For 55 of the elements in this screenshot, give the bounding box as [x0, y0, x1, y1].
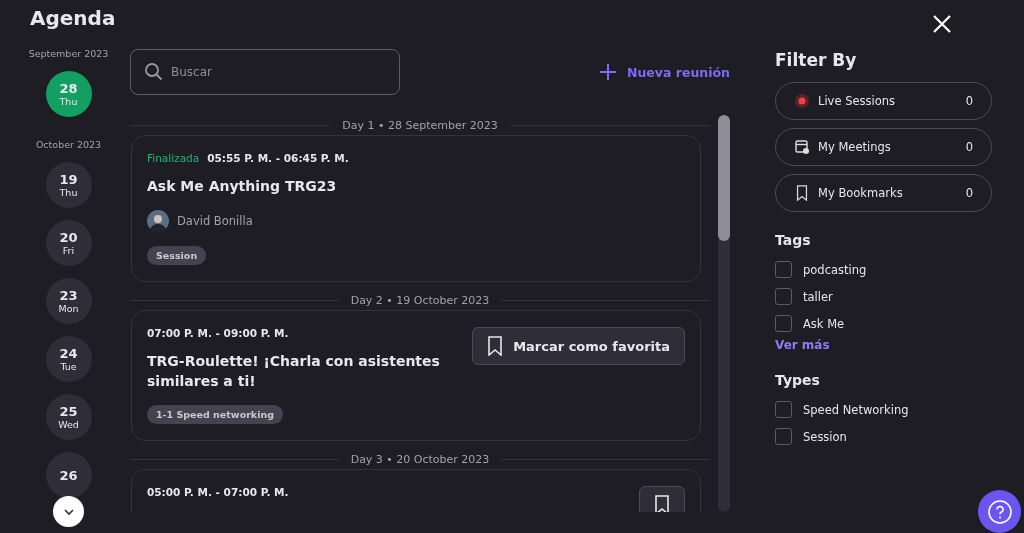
see-more-link[interactable]: Ver más — [775, 338, 1024, 352]
checkbox-label: Ask Me — [803, 316, 845, 331]
types-heading: Types — [775, 372, 821, 388]
day-heading: Day 3 • 20 October 2023 — [350, 452, 490, 466]
date-button[interactable]: 24 Tue — [45, 336, 92, 382]
date-button[interactable]: 26 — [45, 452, 92, 498]
live-dot-icon — [794, 93, 810, 109]
session-tag: Session — [147, 246, 207, 265]
day-heading: Day 1 • 28 September 2023 — [342, 118, 498, 132]
scrollbar-thumb[interactable] — [718, 115, 730, 241]
date-button[interactable]: 19 Thu — [45, 162, 92, 208]
checkbox-label: Session — [803, 429, 847, 444]
page-title: Agenda — [29, 5, 117, 32]
bookmark-button[interactable]: Marcar como favorita — [472, 327, 685, 365]
session-card[interactable]: 07:00 P. M. - 09:00 P. M. TRG-Roulette! ¡Charla con asistentes similares a ti! 1-1 Speed networking Marcar como favorita — [131, 310, 701, 441]
checkbox[interactable] — [775, 428, 792, 445]
bookmark-icon — [654, 495, 670, 512]
session-card[interactable]: 05:00 P. M. - 07:00 P. M. — [131, 469, 701, 512]
new-meeting-link[interactable]: Nueva reunión — [599, 63, 730, 81]
day-heading: Day 2 • 19 October 2023 — [350, 293, 490, 307]
checkbox-label: taller — [803, 289, 833, 304]
checkbox[interactable] — [775, 315, 792, 332]
month-label: September 2023 — [28, 48, 109, 59]
tags-heading: Tags — [775, 232, 812, 248]
checkbox-label: podcasting — [803, 262, 867, 277]
chevron-down-icon — [62, 507, 75, 516]
help-button[interactable] — [978, 490, 1021, 533]
session-title: Ask Me Anything TRG23 — [147, 177, 338, 196]
search-field[interactable]: Buscar — [130, 49, 400, 95]
bookmark-icon — [794, 185, 810, 201]
speaker-name: David Bonilla — [177, 214, 253, 228]
session-tag: 1-1 Speed networking — [147, 405, 283, 424]
checkbox[interactable] — [775, 261, 792, 278]
status-label: Finalizada — [147, 152, 200, 164]
scroll-down-button[interactable] — [53, 496, 84, 527]
session-time: 05:55 P. M. - 06:45 P. M. — [207, 152, 349, 164]
session-time: 05:00 P. M. - 07:00 P. M. — [147, 486, 289, 498]
search-icon — [144, 62, 164, 82]
plus-icon — [599, 63, 617, 81]
session-title: TRG-Roulette! ¡Charla con asistentes similares a ti! — [147, 352, 441, 391]
filter-heading: Filter By — [775, 50, 858, 70]
date-button[interactable]: 23 Mon — [45, 278, 92, 324]
session-card[interactable]: Finalizada 05:55 P. M. - 06:45 P. M. Ask Me Anything TRG23 David Bonilla Session — [131, 135, 701, 282]
checkbox[interactable] — [775, 288, 792, 305]
date-button[interactable]: 20 Fri — [45, 220, 92, 266]
close-icon[interactable] — [932, 14, 952, 34]
calendar-icon — [794, 139, 810, 155]
session-time: 07:00 P. M. - 09:00 P. M. — [147, 327, 289, 339]
month-label: October 2023 — [35, 139, 102, 150]
avatar-icon — [147, 210, 169, 232]
help-icon — [986, 498, 1013, 525]
checkbox[interactable] — [775, 401, 792, 418]
bookmark-icon — [487, 336, 504, 356]
checkbox-label: Speed Networking — [803, 402, 909, 417]
date-button[interactable]: 25 Wed — [45, 394, 92, 440]
